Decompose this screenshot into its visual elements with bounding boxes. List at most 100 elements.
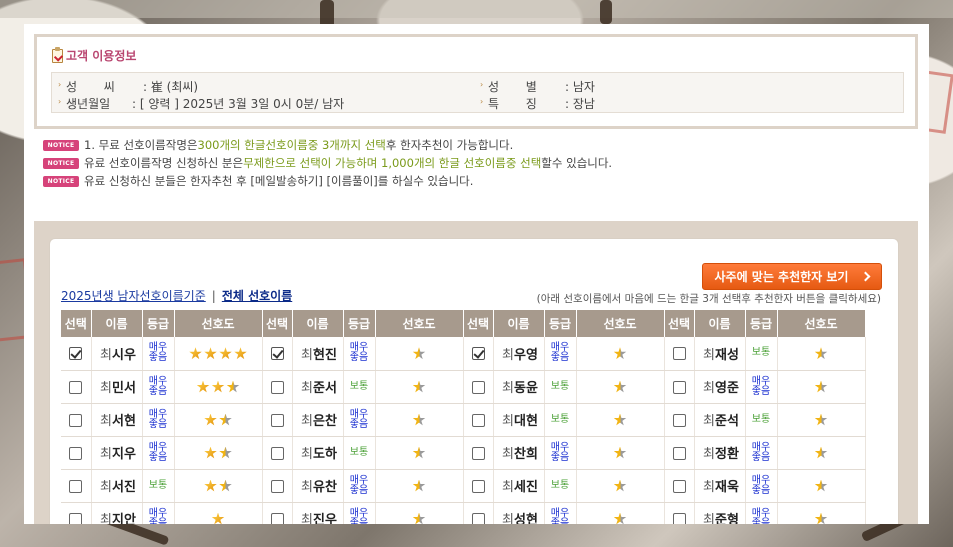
name-checkbox[interactable] [270, 512, 284, 524]
gender-row: › 성 별 : 남자 [480, 80, 595, 94]
table-row: 최시우 매우 좋음 최현진 매우 좋음 최우영 매우 좋음 최재성 보통 [61, 337, 866, 371]
name-checkbox[interactable] [471, 413, 485, 427]
table-row: 최서진 보통 최유찬 매우 좋음 최세진 보통 최재욱 매우 좋음 [61, 469, 866, 503]
link-all-names[interactable]: 전체 선호이름 [222, 289, 292, 303]
feature-row: › 특 징 : 장남 [480, 97, 595, 111]
star-icon [211, 380, 225, 393]
given-name-text: 준석 [715, 414, 739, 429]
given-name-text: 도하 [313, 447, 337, 462]
name-filter-links: 2025년생 남자선호이름기준 | 전체 선호이름 [61, 287, 292, 304]
surname-text: 최 [502, 347, 515, 363]
name-checkbox[interactable] [672, 347, 686, 361]
name-checkbox[interactable] [69, 479, 83, 493]
notice-highlight: 무제한으로 선택이 가능하며 1,000개의 한글 선호이름중 선택 [243, 156, 542, 170]
name-checkbox[interactable] [69, 347, 83, 361]
half-star-icon [814, 446, 828, 459]
half-star-icon [613, 347, 627, 360]
name-checkbox[interactable] [672, 479, 686, 493]
star-icon [234, 347, 247, 360]
name-checkbox[interactable] [471, 512, 485, 524]
select-cell [61, 370, 92, 404]
grade-label: 매우 좋음 [349, 474, 369, 496]
given-name-text: 진우 [313, 513, 337, 524]
surname-text: 최 [100, 347, 113, 363]
preference-cell [777, 337, 866, 371]
star-icon [204, 347, 217, 360]
birthdate-value: : [ 양력 ] 2025년 3월 3일 0시 0분/ 남자 [132, 97, 345, 111]
name-cell: 최준서 [292, 370, 344, 404]
half-star-icon [412, 347, 426, 360]
star-icon [204, 413, 217, 426]
name-checkbox[interactable] [69, 512, 83, 524]
preference-cell [777, 469, 866, 503]
preference-cell [576, 403, 665, 437]
preference-stars [814, 413, 829, 427]
star-icon [204, 479, 217, 492]
surname-text: 최 [100, 513, 113, 524]
select-cell [262, 337, 293, 371]
name-checkbox[interactable] [672, 446, 686, 460]
given-name-text: 준형 [715, 513, 739, 524]
column-header: 이름 [292, 310, 344, 337]
column-header: 선호도 [576, 310, 665, 337]
preference-cell [174, 403, 263, 437]
half-star-icon [412, 380, 426, 393]
preference-stars [814, 380, 829, 394]
grade-cell: 보통 [745, 403, 778, 437]
preference-cell [375, 403, 464, 437]
column-header: 선택 [262, 310, 293, 337]
given-name-text: 은찬 [313, 414, 337, 429]
preference-cell [174, 502, 263, 524]
name-checkbox[interactable] [270, 446, 284, 460]
name-cell: 최우영 [493, 337, 545, 371]
preference-stars [613, 512, 628, 524]
half-star-icon [412, 413, 426, 426]
preference-cell [576, 436, 665, 470]
recommend-hanja-button[interactable]: 사주에 맞는 추천한자 보기 [702, 263, 882, 290]
feature-value: : 장남 [565, 97, 595, 111]
surname-row: › 성 씨 : 崔 (최씨) [58, 80, 199, 94]
grade-label: 매우 좋음 [550, 507, 570, 524]
given-name-text: 서진 [112, 480, 136, 495]
grade-label: 보통 [148, 479, 168, 491]
name-cell: 최서진 [91, 469, 143, 503]
table-row: 최민서 매우 좋음 최준서 보통 최동윤 보통 최영준 매우 좋음 [61, 370, 866, 404]
feature-label: 특 징 [488, 97, 537, 111]
select-cell [262, 370, 293, 404]
preference-cell [375, 436, 464, 470]
select-cell [463, 403, 494, 437]
name-checkbox[interactable] [270, 380, 284, 394]
name-checkbox[interactable] [69, 380, 83, 394]
name-checkbox[interactable] [672, 512, 686, 524]
name-checkbox[interactable] [270, 347, 284, 361]
name-checkbox[interactable] [69, 413, 83, 427]
select-cell [61, 502, 92, 524]
surname-text: 최 [502, 480, 515, 495]
name-checkbox[interactable] [672, 380, 686, 394]
given-name-text: 우영 [514, 347, 538, 363]
name-checkbox[interactable] [471, 347, 485, 361]
select-cell [664, 502, 695, 524]
grade-cell: 보통 [544, 370, 577, 404]
surname-text: 최 [301, 381, 314, 396]
surname-text: 최 [502, 414, 515, 429]
name-selection-area: 사주에 맞는 추천한자 보기 2025년생 남자선호이름기준 | 전체 선호이름 (… [34, 221, 918, 524]
given-name-text: 지우 [112, 447, 136, 462]
given-name-text: 민서 [112, 381, 136, 396]
name-checkbox[interactable] [471, 446, 485, 460]
recommend-hanja-label: 사주에 맞는 추천한자 보기 [714, 270, 849, 284]
preference-cell [375, 502, 464, 524]
half-star-icon [219, 413, 232, 426]
preference-stars [814, 512, 829, 524]
name-checkbox[interactable] [270, 413, 284, 427]
half-star-icon [814, 512, 828, 524]
surname-text: 최 [502, 513, 515, 524]
name-checkbox[interactable] [672, 413, 686, 427]
name-checkbox[interactable] [69, 446, 83, 460]
birthdate-label: 생년월일 [66, 97, 111, 111]
name-checkbox[interactable] [471, 479, 485, 493]
grade-label: 보통 [751, 413, 771, 425]
name-checkbox[interactable] [471, 380, 485, 394]
link-year-based[interactable]: 2025년생 남자선호이름기준 [61, 289, 206, 303]
name-checkbox[interactable] [270, 479, 284, 493]
